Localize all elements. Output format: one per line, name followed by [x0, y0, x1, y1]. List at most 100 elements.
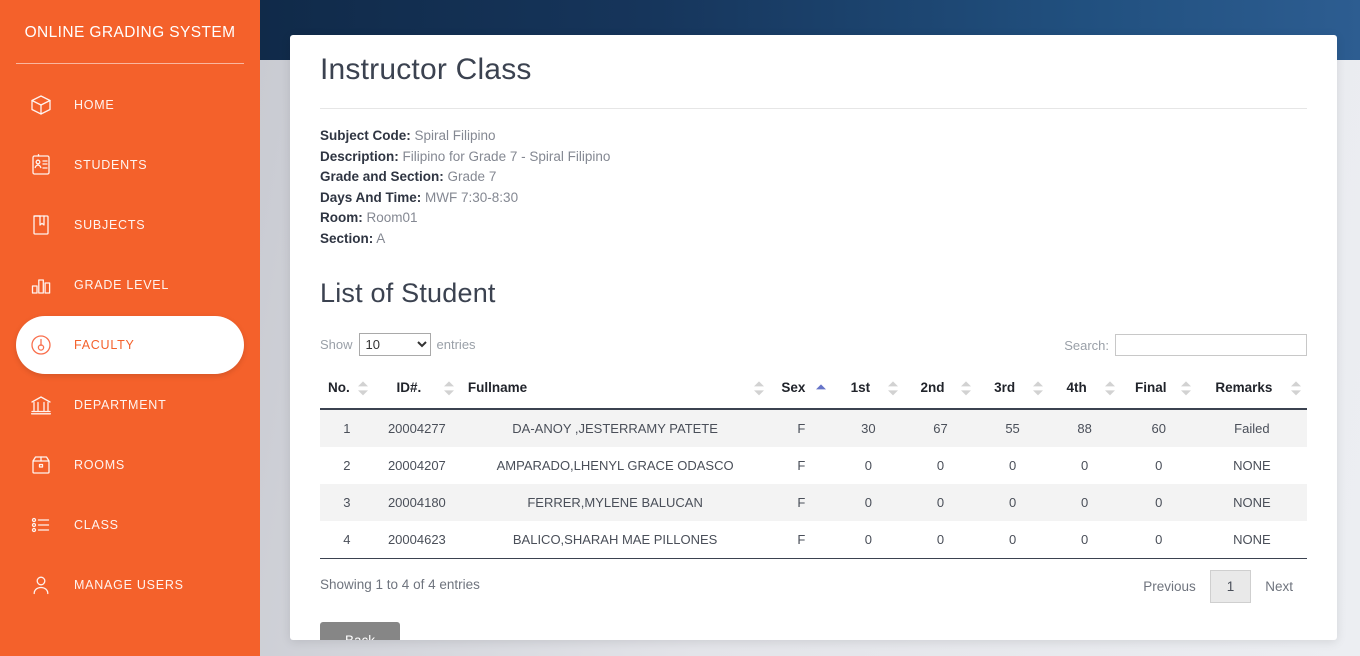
column-header-sex[interactable]: Sex [770, 372, 833, 410]
detail-row: Description: Filipino for Grade 7 - Spir… [320, 147, 1307, 168]
sidebar-item-label: CLASS [74, 518, 119, 532]
bar-chart-icon [26, 270, 56, 300]
column-header-label: Final [1134, 380, 1167, 395]
entries-label: entries [436, 337, 476, 352]
column-header-2nd[interactable]: 2nd [904, 372, 977, 410]
sidebar-item-subjects[interactable]: SUBJECTS [0, 196, 260, 254]
sidebar-item-home[interactable]: HOME [0, 76, 260, 134]
column-header-label: 1st [850, 380, 871, 395]
column-header-remarks[interactable]: Remarks [1196, 372, 1307, 410]
sort-arrows-icon[interactable] [816, 380, 827, 396]
student-name-link[interactable]: BALICO,SHARAH MAE PILLONES [459, 521, 771, 559]
cell-q2: 0 [904, 521, 977, 559]
search-input[interactable] [1115, 334, 1307, 356]
pagination-page-1[interactable]: 1 [1209, 570, 1252, 603]
sidebar-item-faculty[interactable]: FACULTY [16, 316, 244, 374]
column-header-no[interactable]: No. [320, 372, 374, 410]
detail-key: Description: [320, 148, 399, 164]
search-control: Search: [1064, 334, 1307, 356]
cell-no: 3 [343, 495, 351, 510]
bank-icon [26, 390, 56, 420]
cell-q3: 0 [1008, 458, 1017, 473]
column-header-3rd[interactable]: 3rd [976, 372, 1049, 410]
column-header-label: Remarks [1215, 380, 1273, 395]
show-label: Show [320, 337, 353, 352]
sort-arrows-icon[interactable] [1032, 380, 1043, 396]
search-label: Search: [1064, 337, 1109, 353]
sidebar-nav: HOME STUDENTS SUBJECTS GRADE LEVEL FACULTY DE… [0, 76, 260, 614]
content-card: Instructor Class Subject Code: Spiral Fi… [290, 35, 1337, 640]
cell-final: 0 [1155, 495, 1163, 510]
detail-key: Grade and Section: [320, 169, 444, 184]
column-header-id[interactable]: ID#. [373, 372, 460, 410]
detail-row: Subject Code: Spiral Filipino [320, 126, 1307, 147]
sort-arrows-icon[interactable] [1291, 380, 1301, 396]
column-header-label: 2nd [920, 380, 945, 395]
app-brand-title: ONLINE GRADING SYSTEM [24, 24, 236, 41]
table-head: No. ID#. Fullname Sex 1st 2nd 3rd 4th Final Remar… [320, 372, 1307, 410]
sidebar-item-label: FACULTY [74, 338, 135, 352]
cell-q1: 0 [864, 458, 873, 473]
cell-q4: 0 [1081, 458, 1089, 473]
sort-arrows-icon[interactable] [443, 380, 454, 396]
table-controls: Show 102550100 entries Search: [320, 328, 1307, 370]
sort-arrows-icon[interactable] [1180, 380, 1191, 396]
table-row: 2 20004207 AMPARADO,LHENYL GRACE ODASCO F 0 0… [320, 447, 1307, 484]
table-footer: Showing 1 to 4 of 4 entries Previous 1 N… [320, 570, 1307, 616]
cell-remarks: NONE [1196, 521, 1307, 559]
cell-sex: F [770, 521, 833, 559]
student-name-link[interactable]: FERRER,MYLENE BALUCAN [460, 484, 770, 521]
cell-id: 20004207 [387, 458, 446, 473]
column-header-4th[interactable]: 4th [1048, 372, 1121, 410]
pagination: Previous 1 Next [1129, 570, 1307, 603]
cell-no: 2 [343, 458, 351, 473]
sidebar-item-students[interactable]: STUDENTS [0, 136, 260, 194]
sidebar-item-department[interactable]: DEPARTMENT [0, 376, 260, 434]
cube-icon [26, 90, 56, 120]
sidebar-divider [16, 63, 244, 64]
sidebar-item-class[interactable]: CLASS [0, 496, 260, 554]
page-title: Instructor Class [320, 35, 1307, 109]
column-header-1st[interactable]: 1st [832, 372, 905, 410]
sidebar-item-label: MANAGE USERS [74, 578, 184, 592]
cell-final: 60 [1151, 421, 1166, 436]
cell-final: 0 [1120, 521, 1197, 559]
cell-q2: 0 [936, 495, 945, 510]
column-header-fullname[interactable]: Fullname [459, 372, 771, 410]
cell-q2: 67 [933, 421, 948, 436]
entries-length-select[interactable]: 102550100 [358, 333, 431, 356]
length-control: Show 102550100 entries [320, 333, 476, 356]
detail-key: Room: [320, 210, 363, 225]
cell-q1: 0 [864, 495, 873, 510]
sort-arrows-icon[interactable] [1104, 380, 1115, 396]
table-header-row: No. ID#. Fullname Sex 1st 2nd 3rd 4th Final Remar… [320, 372, 1307, 410]
sort-arrows-icon[interactable] [888, 380, 899, 396]
detail-row: Room: Room01 [320, 208, 1307, 229]
column-header-final[interactable]: Final [1120, 372, 1197, 410]
sort-arrows-icon[interactable] [357, 380, 368, 396]
cell-q2: 0 [936, 458, 945, 473]
column-header-label: No. [328, 380, 350, 395]
sort-arrows-icon[interactable] [754, 380, 765, 396]
sidebar-item-manage-users[interactable]: MANAGE USERS [0, 556, 260, 614]
detail-value: Spiral Filipino [414, 128, 496, 143]
cell-q3: 55 [1005, 421, 1020, 436]
back-button[interactable]: Back [320, 622, 401, 640]
sidebar-item-rooms[interactable]: ROOMS [0, 436, 260, 494]
pagination-next[interactable]: Next [1251, 570, 1307, 603]
cell-sex: F [797, 421, 806, 436]
class-details: Subject Code: Spiral Filipino Description… [320, 109, 1307, 249]
detail-row: Days And Time: MWF 7:30-8:30 [320, 188, 1307, 209]
cell-no: 4 [320, 521, 374, 559]
student-name-link[interactable]: DA-ANOY ,JESTERRAMY PATETE [460, 409, 770, 447]
sidebar-item-grade-level[interactable]: GRADE LEVEL [0, 256, 260, 314]
pagination-previous[interactable]: Previous [1129, 570, 1210, 603]
sidebar-item-label: DEPARTMENT [74, 398, 167, 412]
badge-circle-icon [26, 330, 56, 360]
sidebar-item-label: HOME [74, 98, 115, 112]
student-name-link[interactable]: AMPARADO,LHENYL GRACE ODASCO [460, 447, 770, 484]
section-title: List of Student [320, 278, 496, 308]
detail-value: Filipino for Grade 7 - Spiral Filipino [402, 148, 611, 164]
column-header-label: Sex [781, 380, 806, 395]
sort-arrows-icon[interactable] [960, 380, 971, 396]
